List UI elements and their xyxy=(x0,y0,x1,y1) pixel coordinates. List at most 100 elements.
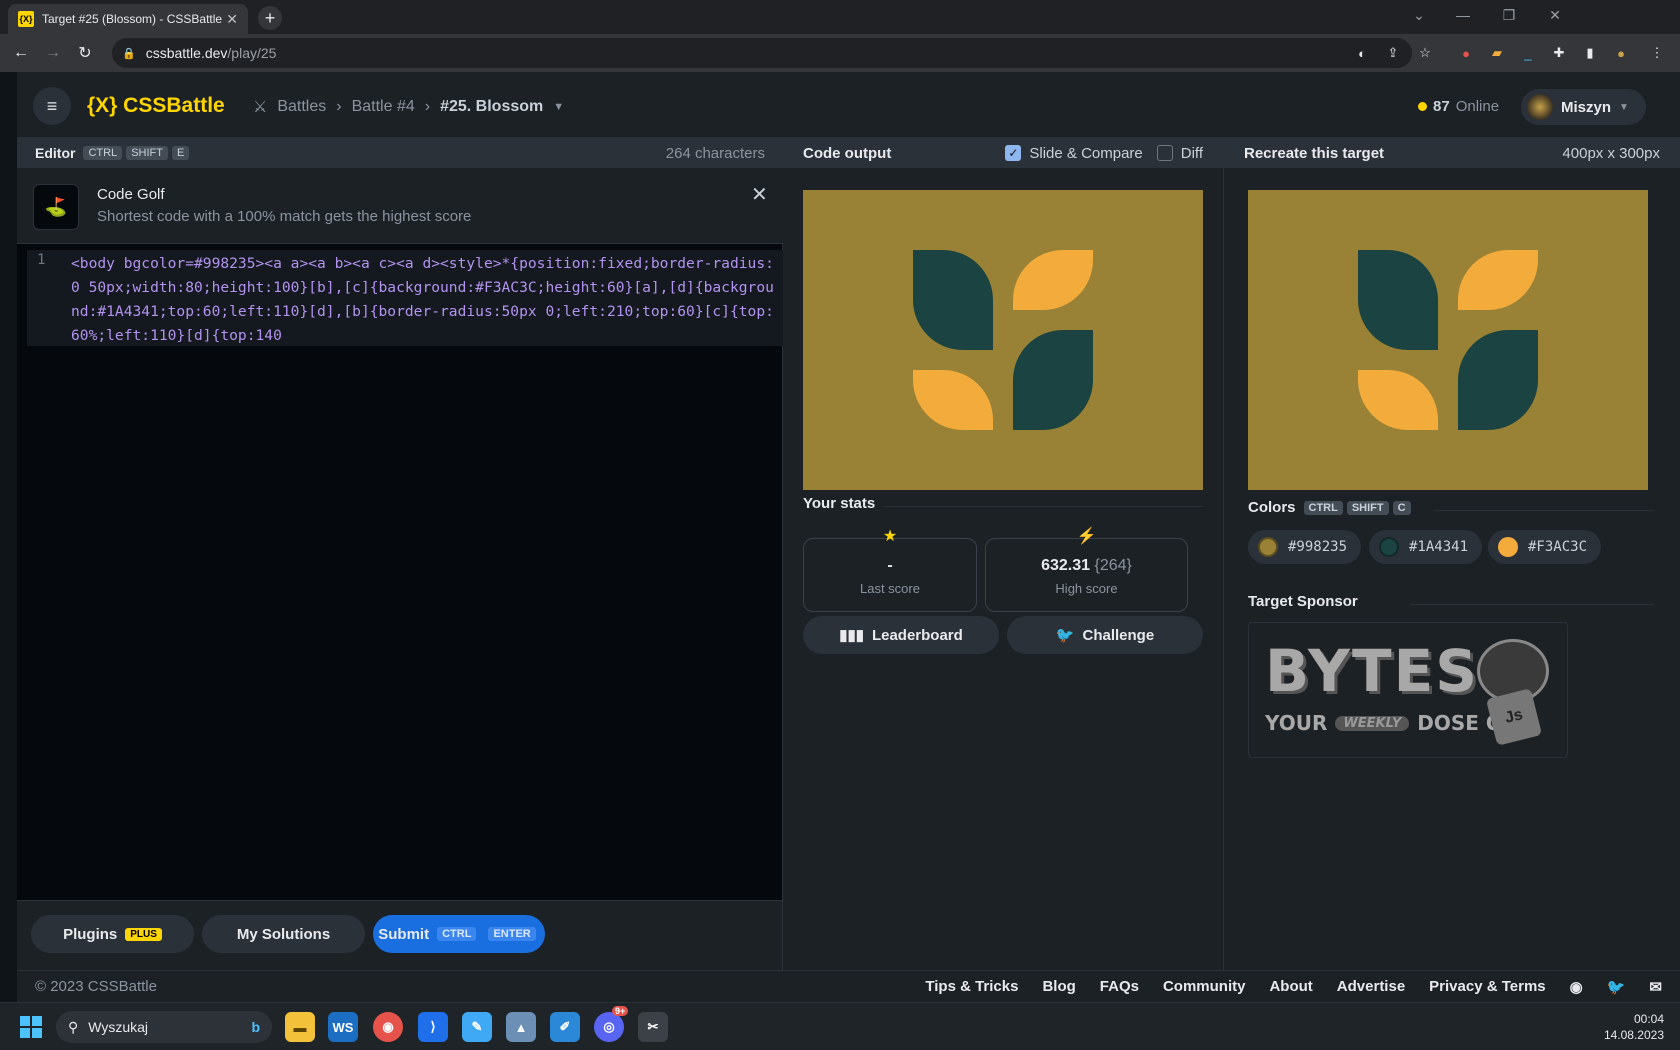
footer-link-tips[interactable]: Tips & Tricks xyxy=(925,978,1018,995)
taskbar-clock[interactable]: 00:04 14.08.2023 xyxy=(1592,1011,1664,1043)
light-leaf-shape xyxy=(1358,370,1438,430)
side-panel-icon[interactable]: ▮ xyxy=(1580,43,1600,63)
sponsor-logo-text: BYTES xyxy=(1265,637,1479,705)
challenge-button[interactable]: 🐦 Challenge xyxy=(1007,616,1203,654)
my-solutions-button[interactable]: My Solutions xyxy=(202,915,365,953)
lock-icon: 🔒 xyxy=(122,47,136,60)
snipping-tool-icon[interactable]: ✂ xyxy=(638,1012,668,1042)
cssbattle-logo[interactable]: {X} CSSBattle xyxy=(87,94,225,118)
footer-link-advertise[interactable]: Advertise xyxy=(1337,978,1405,995)
crumb-battle[interactable]: Battle #4 xyxy=(352,98,415,116)
paint-icon[interactable]: ✎ xyxy=(462,1012,492,1042)
new-tab-button[interactable]: + xyxy=(258,6,282,30)
color-swatch xyxy=(1258,537,1278,557)
mail-icon[interactable]: ✉ xyxy=(1649,978,1662,996)
copyright: © 2023 CSSBattle xyxy=(35,978,157,995)
draw-icon[interactable]: ✐ xyxy=(550,1012,580,1042)
minimize-icon[interactable]: — xyxy=(1440,0,1486,30)
extensions-puzzle-icon[interactable]: ✚ xyxy=(1549,43,1569,63)
star-icon: ★ xyxy=(882,528,898,545)
footer-link-faqs[interactable]: FAQs xyxy=(1100,978,1139,995)
tab-search-icon[interactable]: ⌄ xyxy=(1396,0,1442,30)
code-editor[interactable]: 1 <body bgcolor=#998235><a a><a b><a c><… xyxy=(27,250,783,346)
high-score-number: 632.31 xyxy=(1041,557,1091,574)
output-header: Code output ✓ Slide & Compare Diff xyxy=(783,138,1223,168)
forward-icon[interactable]: → xyxy=(41,41,65,65)
discord-icon[interactable]: ◎ 9+ xyxy=(594,1006,629,1042)
twitter-icon[interactable]: 🐦 xyxy=(1607,978,1626,996)
date: 14.08.2023 xyxy=(1603,1028,1664,1042)
color-hex: #1A4341 xyxy=(1409,539,1469,555)
code-content[interactable]: <body bgcolor=#998235><a a><a b><a c><a … xyxy=(71,252,777,348)
checkbox-unchecked-icon[interactable] xyxy=(1156,145,1173,161)
plugins-button[interactable]: Plugins PLUS xyxy=(31,915,194,953)
color-chip-dark[interactable]: #1A4341 xyxy=(1369,530,1483,564)
file-explorer-icon[interactable]: ▬ xyxy=(285,1012,315,1042)
golf-flag-icon: ⛳ xyxy=(33,184,79,230)
taskbar-search[interactable]: ⚲ Wyszukaj b xyxy=(56,1011,272,1043)
cssbattle-app: ≡ {X} CSSBattle ⚔ Battles › Battle #4 › … xyxy=(17,72,1680,1002)
back-icon[interactable]: ← xyxy=(9,41,33,65)
submit-button[interactable]: Submit CTRL ENTER xyxy=(373,915,545,953)
webstorm-icon[interactable]: WS xyxy=(328,1012,358,1042)
app-footer: © 2023 CSSBattle Tips & Tricks Blog FAQs… xyxy=(17,970,1680,1002)
editor-footer: Plugins PLUS My Solutions Submit CTRL EN… xyxy=(17,900,783,970)
browser-tab[interactable]: {X} Target #25 (Blossom) - CSSBattle ✕ xyxy=(8,4,248,34)
search-icon: ⚲ xyxy=(68,1018,79,1035)
diff-label: Diff xyxy=(1180,144,1203,162)
slide-compare-toggle[interactable]: ✓ Slide & Compare xyxy=(1005,145,1143,162)
footer-link-privacy[interactable]: Privacy & Terms xyxy=(1429,978,1545,995)
extension-line-icon[interactable]: _ xyxy=(1518,43,1538,63)
output-label: Code output xyxy=(803,144,892,162)
browser-menu-icon[interactable]: ⋮ xyxy=(1647,43,1667,63)
high-score-chars: {264} xyxy=(1094,557,1132,574)
sponsor-tagline: YOUR WEEKLY DOSE OF xyxy=(1265,711,1517,735)
sponsor-banner[interactable]: BYTES YOUR WEEKLY DOSE OF Js xyxy=(1248,622,1568,758)
close-icon[interactable]: ✕ xyxy=(751,182,768,207)
shortcut-key: ENTER xyxy=(488,927,536,941)
checkbox-checked-icon[interactable]: ✓ xyxy=(1005,145,1022,161)
high-score-value: 632.31 {264} xyxy=(986,557,1187,575)
color-swatch xyxy=(1498,537,1518,557)
color-chip-light[interactable]: #F3AC3C xyxy=(1488,530,1602,564)
share-icon[interactable]: ⇪ xyxy=(1383,43,1403,63)
leaderboard-button[interactable]: ▮▮▮ Leaderboard xyxy=(803,616,999,654)
windows-start-icon[interactable] xyxy=(20,1016,42,1038)
color-chip-background[interactable]: #998235 xyxy=(1248,530,1362,564)
address-bar[interactable]: 🔒 cssbattle.dev/play/25 xyxy=(112,38,1412,68)
photos-icon[interactable]: ▲ xyxy=(506,1012,536,1042)
close-tab-icon[interactable]: ✕ xyxy=(226,11,238,28)
chevron-down-icon[interactable]: ▼ xyxy=(553,101,564,113)
crumb-battles[interactable]: Battles xyxy=(277,98,326,116)
divider xyxy=(1434,510,1654,511)
output-preview[interactable] xyxy=(803,190,1203,490)
last-score-value: - xyxy=(887,557,893,574)
eye-off-icon[interactable]: ◐ xyxy=(1352,43,1372,63)
dark-leaf-shape xyxy=(1013,330,1093,430)
chevron-down-icon: ▼ xyxy=(1619,101,1629,113)
footer-link-blog[interactable]: Blog xyxy=(1042,978,1075,995)
bookmark-star-icon[interactable]: ☆ xyxy=(1415,43,1435,63)
url-host: cssbattle.dev xyxy=(145,45,228,61)
diff-toggle[interactable]: Diff xyxy=(1156,144,1203,162)
close-window-icon[interactable]: ✕ xyxy=(1532,0,1578,30)
plugins-label: Plugins xyxy=(63,925,118,943)
reload-icon[interactable]: ↻ xyxy=(73,41,97,65)
restore-icon[interactable]: ❐ xyxy=(1486,0,1532,30)
hamburger-menu-button[interactable]: ≡ xyxy=(33,87,71,125)
vscode-icon[interactable]: ⟩ xyxy=(418,1012,448,1042)
sponsor-title: Target Sponsor xyxy=(1248,593,1358,610)
extension-notes-icon[interactable]: ▰ xyxy=(1487,43,1507,63)
my-solutions-label: My Solutions xyxy=(236,925,331,943)
user-menu-button[interactable]: Miszyn ▼ xyxy=(1521,89,1646,125)
divider xyxy=(883,506,1203,507)
crumb-current-target[interactable]: #25. Blossom xyxy=(440,98,543,116)
discord-icon[interactable]: ◉ xyxy=(1570,978,1583,996)
profile-avatar-icon[interactable]: ● xyxy=(1611,43,1631,63)
shortcut-key: CTRL xyxy=(83,146,123,160)
footer-link-community[interactable]: Community xyxy=(1163,978,1246,995)
footer-link-about[interactable]: About xyxy=(1269,978,1312,995)
high-score-label: High score xyxy=(1055,581,1118,596)
chrome-icon[interactable]: ◉ xyxy=(373,1012,403,1042)
extension-adblock-icon[interactable]: ● xyxy=(1456,43,1476,63)
